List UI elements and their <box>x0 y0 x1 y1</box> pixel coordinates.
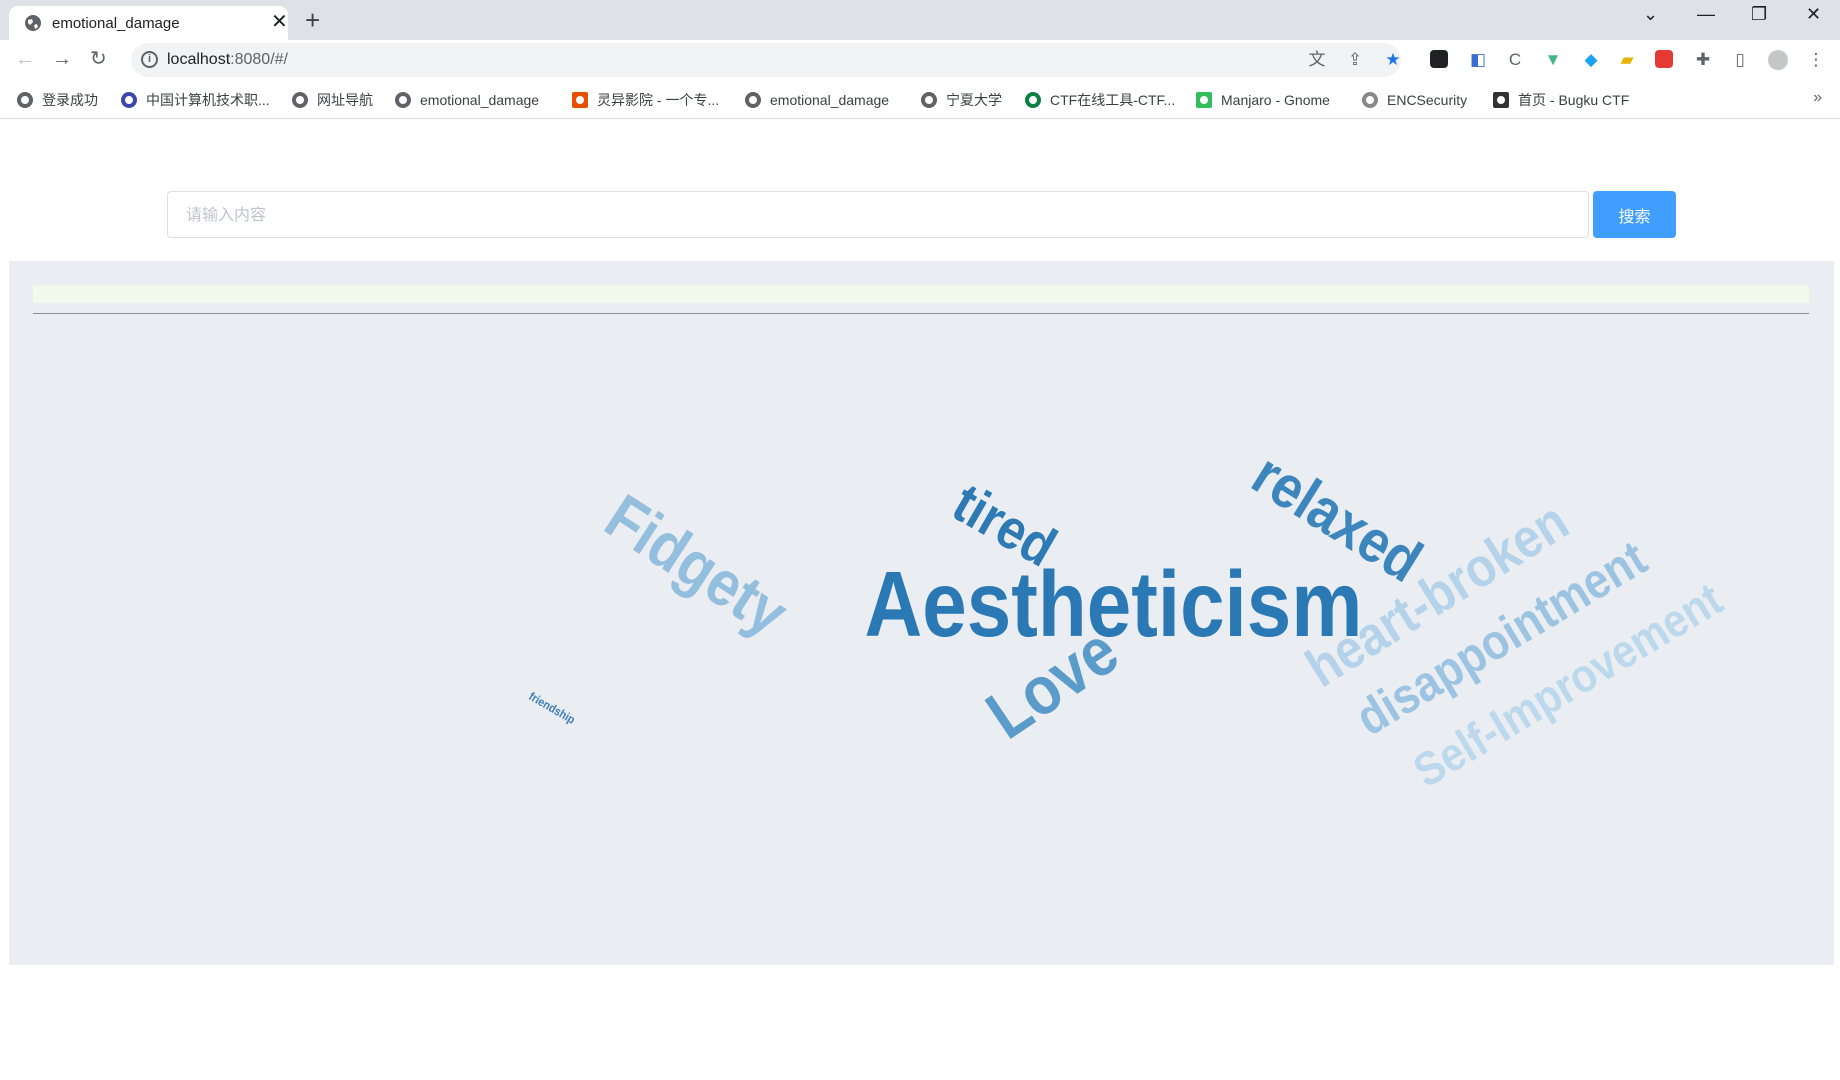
bookmark-item[interactable]: 登录成功 <box>17 89 98 111</box>
active-tab[interactable]: emotional_damage ✕ <box>9 6 288 40</box>
bookmark-label: emotional_damage <box>770 92 890 108</box>
globe-icon <box>17 92 33 108</box>
bookmarks-overflow-icon[interactable]: » <box>1813 89 1822 107</box>
bookmark-label: emotional_damage <box>420 92 540 108</box>
site-icon <box>572 92 588 108</box>
site-icon <box>121 92 137 108</box>
globe-icon <box>921 92 937 108</box>
globe-icon <box>25 15 41 31</box>
address-bar[interactable]: i localhost:8080/#/ <box>131 43 1401 77</box>
bookmark-star-icon[interactable]: ★ <box>1383 50 1403 70</box>
bookmark-item[interactable]: emotional_damage <box>745 89 889 111</box>
tab-search-icon[interactable]: ⌄ <box>1643 4 1658 25</box>
bookmark-label: 宁夏大学 <box>946 92 1002 108</box>
lock-icon <box>1362 92 1378 108</box>
puzzle-icon[interactable]: ✚ <box>1693 50 1713 70</box>
tab-title: emotional_damage <box>52 15 180 32</box>
forward-icon[interactable]: → <box>52 48 72 70</box>
site-info-icon[interactable]: i <box>141 51 158 68</box>
window-close-icon[interactable]: ✕ <box>1806 4 1821 25</box>
bookmark-label: 中国计算机技术职... <box>146 92 270 108</box>
restore-icon[interactable]: ❐ <box>1751 4 1767 25</box>
bookmarks-bar: 登录成功 中国计算机技术职... 网址导航 emotional_damage 灵… <box>0 81 1840 119</box>
word-cloud: Aestheticism tired relaxed Fidgety Love … <box>9 261 1834 965</box>
back-icon[interactable]: ← <box>15 48 35 70</box>
site-icon <box>1025 92 1041 108</box>
address-url[interactable]: localhost:8080/#/ <box>167 51 288 69</box>
extension-icon[interactable]: C <box>1505 50 1525 70</box>
word-cloud-panel: Aestheticism tired relaxed Fidgety Love … <box>9 261 1834 965</box>
side-panel-icon[interactable]: ▯ <box>1730 50 1750 70</box>
bookmark-item[interactable]: emotional_damage <box>395 89 539 111</box>
bookmark-item[interactable]: 灵异影院 - 一个专... <box>572 89 719 111</box>
bookmark-label: ENCSecurity <box>1387 92 1468 108</box>
bookmark-item[interactable]: CTF在线工具-CTF... <box>1025 89 1175 111</box>
bookmark-item[interactable]: 网址导航 <box>292 89 373 111</box>
bookmark-label: 网址导航 <box>317 92 373 108</box>
vue-devtools-icon[interactable]: ▼ <box>1543 50 1563 70</box>
word-cloud-term: Fidgety <box>593 480 801 650</box>
word-cloud-term: friendship <box>526 689 578 727</box>
bookmark-label: 登录成功 <box>42 92 98 108</box>
globe-icon <box>292 92 308 108</box>
reload-icon[interactable]: ↻ <box>90 48 107 70</box>
extension-icon[interactable] <box>1655 50 1673 68</box>
word-cloud-term: Aestheticism <box>864 552 1363 656</box>
browser-toolbar: ← → ↻ i localhost:8080/#/ 文 ⇪ ★ ◧ C ▼ ◆ … <box>0 40 1840 81</box>
tab-strip: emotional_damage ✕ + ⌄ — ❐ ✕ <box>0 0 1840 40</box>
bookmark-label: 首页 - Bugku CTF <box>1518 92 1630 108</box>
globe-icon <box>395 92 411 108</box>
bookmark-item[interactable]: Manjaro - Gnome <box>1196 89 1330 111</box>
bookmark-label: Manjaro - Gnome <box>1221 92 1330 108</box>
extension-icon[interactable]: ▰ <box>1617 50 1637 70</box>
bookmark-label: CTF在线工具-CTF... <box>1050 92 1176 108</box>
bookmark-label: 灵异影院 - 一个专... <box>597 92 720 108</box>
search-button[interactable]: 搜索 <box>1593 191 1676 238</box>
site-icon <box>1196 92 1212 108</box>
extension-icon[interactable]: ◧ <box>1468 50 1488 70</box>
close-tab-icon[interactable]: ✕ <box>271 12 288 32</box>
bookmark-item[interactable]: 首页 - Bugku CTF <box>1493 89 1629 111</box>
globe-icon <box>745 92 761 108</box>
new-tab-icon[interactable]: + <box>305 6 320 34</box>
minimize-icon[interactable]: — <box>1697 4 1715 25</box>
flag-icon <box>1493 92 1509 108</box>
bookmark-item[interactable]: 中国计算机技术职... <box>121 89 270 111</box>
bookmark-item[interactable]: ENCSecurity <box>1362 89 1467 111</box>
profile-icon[interactable] <box>1768 50 1788 70</box>
menu-kebab-icon[interactable]: ⋮ <box>1806 50 1826 70</box>
bookmark-item[interactable]: 宁夏大学 <box>921 89 1002 111</box>
translate-icon[interactable]: 文 <box>1307 50 1327 70</box>
share-icon[interactable]: ⇪ <box>1345 50 1365 70</box>
extension-icon[interactable] <box>1430 50 1448 68</box>
search-input[interactable] <box>167 191 1589 238</box>
extension-icon[interactable]: ◆ <box>1581 50 1601 70</box>
